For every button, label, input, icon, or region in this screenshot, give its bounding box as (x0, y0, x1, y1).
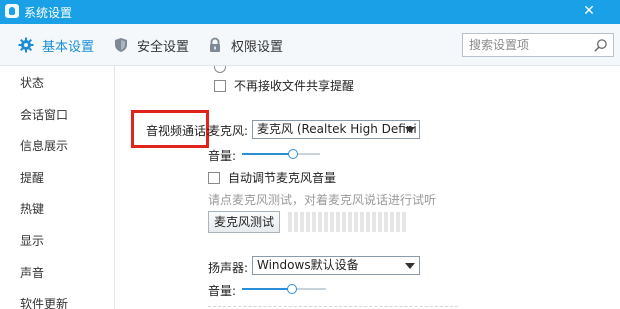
no-share-reminder-checkbox[interactable] (214, 79, 226, 92)
mic-volume-slider[interactable] (242, 149, 320, 159)
meter-bar (384, 212, 388, 232)
meter-bar (372, 212, 376, 232)
mic-volume-label: 音量: (208, 149, 237, 163)
option-partial-row[interactable] (214, 66, 234, 73)
mic-level-meter (288, 212, 410, 232)
lock-icon (210, 37, 220, 52)
mic-select-value: 麦克风 (Realtek High Defini (257, 122, 417, 136)
sidebar-item-chat-window[interactable]: 会话窗口 (20, 106, 68, 123)
slider-knob[interactable] (287, 284, 297, 294)
search-input[interactable] (469, 37, 589, 53)
shield-icon (115, 38, 127, 52)
sidebar-item-sound[interactable]: 声音 (20, 264, 44, 281)
chevron-down-icon (405, 127, 415, 133)
meter-bar (318, 212, 322, 232)
close-icon[interactable]: ✕ (580, 2, 598, 20)
meter-bar (324, 212, 328, 232)
mic-label: 麦克风: (208, 124, 249, 138)
title-bar: 系统设置 ✕ (0, 0, 620, 24)
auto-adjust-checkbox[interactable] (208, 171, 220, 184)
meter-bar (312, 212, 316, 232)
slider-fill (242, 153, 293, 155)
app-logo-icon (5, 4, 19, 18)
no-share-reminder-label: 不再接收文件共享提醒 (234, 79, 355, 93)
sidebar-item-info-display[interactable]: 信息展示 (20, 137, 68, 154)
meter-bar (336, 212, 340, 232)
gear-icon (18, 37, 34, 53)
sidebar-item-software-update[interactable]: 软件更新 (20, 295, 68, 309)
meter-bar (354, 212, 358, 232)
meter-bar (390, 212, 394, 232)
speaker-label: 扬声器: (208, 261, 249, 275)
auto-adjust-label: 自动调节麦克风音量 (228, 171, 337, 185)
meter-bar (288, 212, 292, 232)
no-share-reminder-row[interactable]: 不再接收文件共享提醒 (214, 77, 354, 94)
auto-adjust-row[interactable]: 自动调节麦克风音量 (208, 169, 336, 186)
meter-bar (396, 212, 400, 232)
meter-bar (348, 212, 352, 232)
chevron-down-icon (405, 263, 415, 269)
meter-bar (378, 212, 382, 232)
tab-security-settings[interactable]: 安全设置 (113, 36, 190, 55)
tab-label: 权限设置 (231, 39, 284, 55)
tab-label: 安全设置 (137, 39, 190, 55)
meter-bar (300, 212, 304, 232)
speaker-volume-label: 音量: (208, 284, 237, 298)
meter-bar (306, 212, 310, 232)
sidebar-item-hotkeys[interactable]: 热键 (20, 200, 44, 217)
window-title: 系统设置 (24, 6, 73, 20)
meter-bar (360, 212, 364, 232)
mic-test-hint: 请点麦克风测试，对着麦克风说话进行试听 (208, 193, 437, 207)
search-box[interactable] (462, 33, 614, 57)
speaker-volume-slider[interactable] (242, 284, 326, 294)
sidebar-item-status[interactable]: 状态 (20, 74, 44, 91)
slider-knob[interactable] (288, 149, 298, 159)
content-bottom-divider (208, 306, 458, 307)
speaker-select[interactable]: Windows默认设备 (252, 256, 420, 275)
checkbox[interactable] (214, 66, 226, 73)
meter-bar (294, 212, 298, 232)
mic-test-button[interactable]: 麦克风测试 (208, 211, 280, 233)
settings-content: 不再接收文件共享提醒 音视频通话: 麦克风: 麦克风 (Realtek High… (116, 66, 620, 309)
meter-bar (342, 212, 346, 232)
sidebar-item-display[interactable]: 显示 (20, 232, 44, 249)
slider-fill (242, 288, 292, 290)
section-label-av-call: 音视频通话: (146, 124, 211, 138)
mic-select[interactable]: 麦克风 (Realtek High Defini (252, 120, 420, 139)
meter-bar (402, 212, 406, 232)
tab-bar: 基本设置 安全设置 权限设置 (0, 24, 620, 66)
tab-label: 基本设置 (42, 39, 95, 55)
sidebar-item-reminder[interactable]: 提醒 (20, 169, 44, 186)
sidebar: 状态 会话窗口 信息展示 提醒 热键 显示 声音 软件更新 (0, 66, 115, 309)
tab-basic-settings[interactable]: 基本设置 (18, 36, 95, 55)
meter-bar (366, 212, 370, 232)
meter-bar (330, 212, 334, 232)
speaker-select-value: Windows默认设备 (257, 258, 359, 272)
search-icon[interactable] (593, 38, 608, 53)
tab-permission-settings[interactable]: 权限设置 (207, 36, 284, 55)
